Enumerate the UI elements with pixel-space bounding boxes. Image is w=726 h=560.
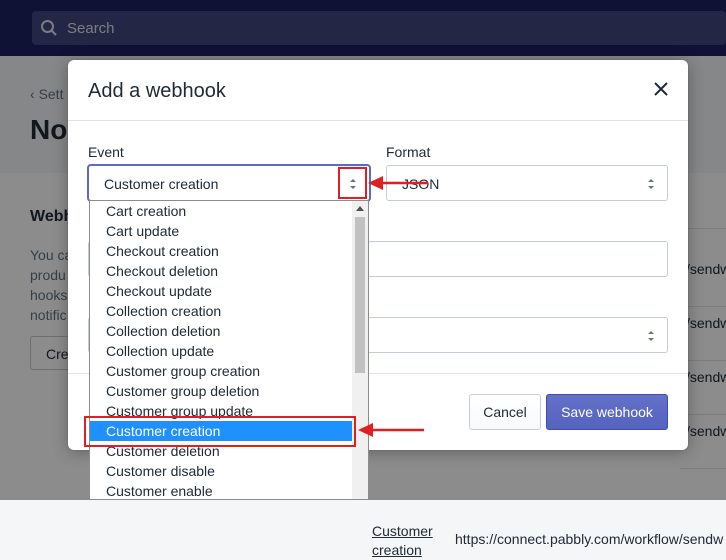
annotation-arrow-icon: [358, 423, 424, 437]
select-arrows-icon: [648, 179, 654, 189]
modal-header: Add a webhook: [68, 60, 688, 121]
event-select-value: Customer creation: [104, 176, 219, 192]
format-label: Format: [386, 144, 431, 160]
option-customer-group-creation[interactable]: Customer group creation: [90, 361, 368, 381]
option-collection-update[interactable]: Collection update: [90, 341, 368, 361]
annotation-highlight-arrows: [338, 167, 367, 199]
cancel-button[interactable]: Cancel: [469, 394, 541, 430]
option-checkout-creation[interactable]: Checkout creation: [90, 241, 368, 261]
option-collection-deletion[interactable]: Collection deletion: [90, 321, 368, 341]
webhook-event-link[interactable]: Customer creation: [372, 522, 433, 560]
option-customer-disable[interactable]: Customer disable: [90, 461, 368, 481]
event-options-list[interactable]: Cart creation Cart update Checkout creat…: [89, 200, 369, 500]
annotation-arrow-icon: [368, 176, 428, 190]
save-webhook-button[interactable]: Save webhook: [546, 394, 668, 430]
modal-title: Add a webhook: [88, 80, 226, 102]
option-customer-group-deletion[interactable]: Customer group deletion: [90, 381, 368, 401]
event-select[interactable]: Customer creation: [88, 165, 370, 201]
scrollbar-thumb[interactable]: [355, 217, 365, 373]
select-arrows-icon: [648, 331, 654, 341]
option-cart-update[interactable]: Cart update: [90, 221, 368, 241]
event-label: Event: [88, 144, 124, 160]
format-select[interactable]: JSON: [386, 165, 668, 201]
webhook-url-full: https://connect.pabbly.com/workflow/send…: [455, 531, 724, 547]
option-cart-creation[interactable]: Cart creation: [90, 201, 368, 221]
option-checkout-deletion[interactable]: Checkout deletion: [90, 261, 368, 281]
annotation-highlight-option: [84, 416, 356, 447]
option-collection-creation[interactable]: Collection creation: [90, 301, 368, 321]
close-icon[interactable]: [648, 76, 674, 102]
option-customer-enable[interactable]: Customer enable: [90, 481, 368, 499]
option-checkout-update[interactable]: Checkout update: [90, 281, 368, 301]
dropdown-scrollbar[interactable]: [352, 201, 368, 499]
scroll-up-icon[interactable]: [356, 206, 364, 211]
